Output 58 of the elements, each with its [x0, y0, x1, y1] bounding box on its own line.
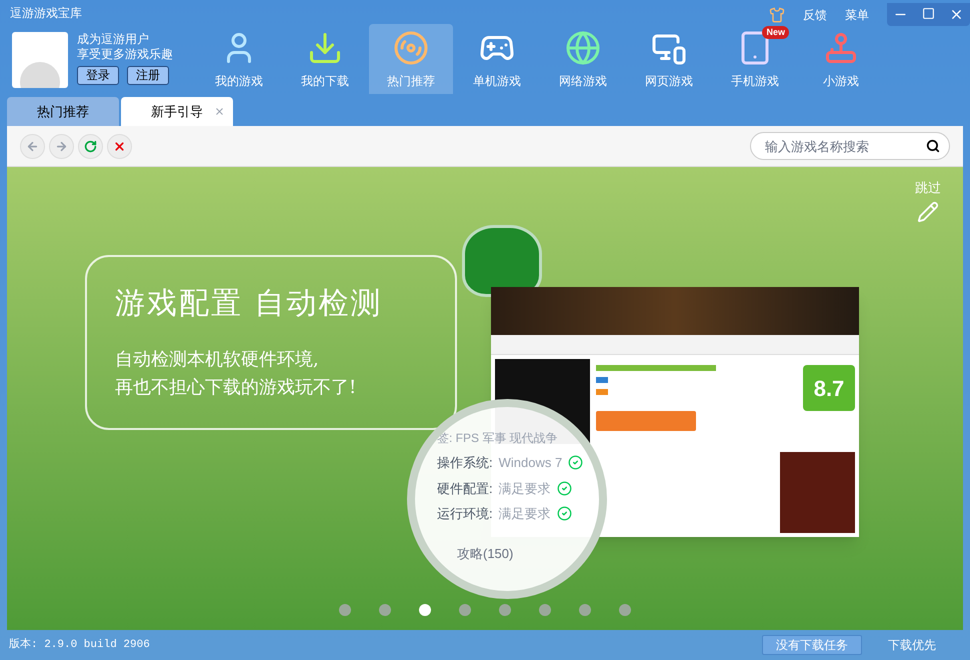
back-icon [26, 140, 39, 152]
close-tab-icon[interactable] [214, 106, 225, 117]
check-icon [556, 506, 572, 522]
stop-icon [113, 140, 126, 152]
register-button[interactable]: 注册 [127, 66, 169, 85]
search-field[interactable]: 输入游戏名称搜索 [750, 132, 950, 160]
maximize-icon[interactable] [922, 7, 935, 20]
check-value: 满足要求 [498, 505, 551, 523]
back-button[interactable] [20, 134, 45, 158]
nav-tab[interactable]: 网络游戏 [541, 24, 625, 94]
nav-tab[interactable]: 热门推荐 [369, 24, 453, 94]
joystick-icon [823, 30, 859, 66]
nav-tab[interactable]: 我的下载 [283, 24, 367, 94]
refresh-button[interactable] [78, 134, 103, 158]
nav-tab[interactable]: New 手机游戏 [713, 24, 797, 94]
check-value: 满足要求 [498, 480, 551, 498]
refresh-icon [84, 140, 97, 152]
forward-icon [55, 140, 68, 152]
page-tab[interactable]: 新手引导 [121, 97, 233, 126]
user-prompt: 成为逗游用户 [77, 32, 150, 47]
check-label: 操作系统: [437, 454, 493, 472]
top-link[interactable]: 菜单 [845, 6, 869, 24]
banner-text: 再也不担心下载的游戏玩不了! [115, 376, 358, 400]
nav-tab[interactable]: 小游戏 [799, 24, 883, 94]
download-priority-button[interactable]: 下载优先 [888, 636, 936, 654]
page-tab[interactable]: 热门推荐 [7, 97, 119, 126]
check-label: 运行环境: [437, 505, 493, 523]
globe-icon [565, 30, 601, 66]
check-value: Windows 7 [498, 454, 562, 472]
check-icon [556, 480, 572, 496]
download-icon [307, 30, 343, 66]
nav-tab[interactable]: 我的游戏 [197, 24, 281, 94]
version-text: 版本: 2.9.0 build 2906 [9, 637, 150, 653]
disc-icon [393, 30, 429, 66]
rating-bar [596, 377, 608, 383]
score-text: 8.7 [814, 374, 844, 402]
stop-button[interactable] [107, 134, 132, 158]
guides-count: 攻略(150) [457, 544, 514, 563]
avatar-placeholder [12, 32, 68, 88]
banner-text: 自动检测本机软硬件环境, [115, 348, 320, 372]
forward-button[interactable] [49, 134, 74, 158]
check-icon [568, 455, 584, 470]
nav-tab[interactable]: 单机游戏 [455, 24, 539, 94]
skip-link[interactable]: 跳过 [915, 179, 941, 198]
close-icon[interactable] [949, 7, 964, 22]
login-button[interactable]: 登录 [77, 66, 119, 85]
nav-tab[interactable]: 网页游戏 [627, 24, 711, 94]
skin-icon[interactable] [769, 6, 785, 22]
banner-heading: 游戏配置 自动检测 [115, 285, 384, 323]
window-title: 逗游游戏宝库 [9, 5, 83, 22]
search-icon[interactable] [926, 139, 940, 153]
pencil-icon [917, 201, 939, 223]
top-link[interactable]: 反馈 [803, 6, 827, 24]
check-label: 硬件配置: [437, 480, 493, 498]
user-prompt: 享受更多游戏乐趣 [77, 47, 173, 62]
rating-bar [596, 389, 608, 395]
new-badge: New [762, 26, 789, 39]
download-tasks-button[interactable]: 没有下载任务 [762, 635, 862, 655]
